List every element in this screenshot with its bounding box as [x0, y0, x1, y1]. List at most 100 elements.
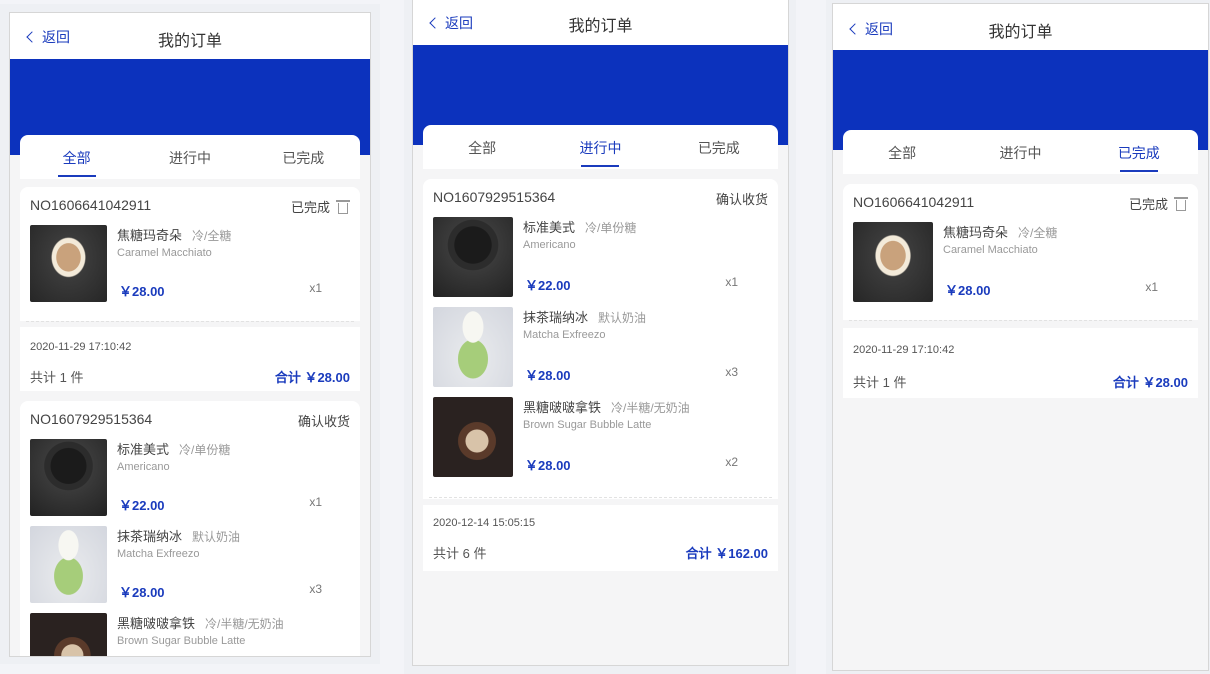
product-options: 冷/单份糖 [585, 221, 637, 235]
product-name: 标准美式 [523, 220, 576, 235]
product-english-name: Matcha Exfreezo [523, 329, 606, 341]
product-english-name: Brown Sugar Bubble Latte [117, 635, 246, 647]
order-number: NO1607929515364 [433, 189, 556, 205]
tab-all[interactable]: 全部 [843, 130, 961, 174]
product-name: 黑糖啵啵拿铁 [523, 400, 602, 415]
order-time: 2020-11-29 17:10:42 [30, 341, 132, 353]
page-title: 我的订单 [568, 18, 633, 35]
phone-completed-orders: 返回 我的订单 全部 进行中 已完成 NO1606641042911 已完成 焦… [832, 3, 1209, 671]
tab-all[interactable]: 全部 [20, 135, 133, 179]
product-quantity: x2 [725, 455, 738, 469]
divider [429, 497, 772, 498]
trash-icon[interactable] [336, 199, 350, 215]
product-price: ￥28.00 [525, 368, 571, 383]
order-footer: 2020-12-14 15:05:15 共计 6 件 合计 ￥162.00 [423, 505, 778, 571]
product-name: 焦糖玛奇朵 [117, 228, 183, 243]
order-status: 已完成 [1129, 194, 1188, 213]
header: 返回 我的订单 [413, 0, 788, 45]
order-card[interactable]: NO1607929515364 确认收货 标准美式 冷/单份糖 Americano… [423, 179, 778, 499]
product-price: ￥28.00 [119, 284, 165, 299]
phone-all-orders: 返回 我的订单 全部 进行中 已完成 NO1606641042911 已完成 焦… [9, 12, 371, 657]
tab-all[interactable]: 全部 [423, 125, 541, 169]
product-english-name: Caramel Macchiato [117, 247, 212, 259]
order-time: 2020-11-29 17:10:42 [853, 344, 955, 356]
product-options: 冷/全糖 [1018, 226, 1058, 240]
product-quantity: x1 [1145, 280, 1158, 294]
product-price: ￥22.00 [525, 278, 571, 293]
order-time: 2020-12-14 15:05:15 [433, 517, 536, 529]
product-name: 标准美式 [117, 442, 170, 457]
product-name: 抹茶瑞纳冰 [117, 529, 183, 544]
product-image [30, 613, 107, 656]
product-english-name: Americano [523, 239, 576, 251]
product-english-name: Caramel Macchiato [943, 244, 1038, 256]
page-title: 我的订单 [157, 33, 222, 50]
product-options: 默认奶油 [192, 530, 241, 544]
product-image [30, 225, 107, 302]
product-image [30, 526, 107, 603]
product-name: 黑糖啵啵拿铁 [117, 616, 196, 631]
tab-bar: 全部 进行中 已完成 [423, 125, 778, 169]
product-price: ￥28.00 [119, 585, 165, 600]
list-item[interactable]: 黑糖啵啵拿铁 冷/半糖/无奶油 Brown Sugar Bubble Latte [30, 613, 350, 656]
trash-icon[interactable] [1174, 196, 1188, 212]
tab-completed[interactable]: 已完成 [1080, 130, 1198, 174]
divider [849, 320, 1192, 321]
product-options: 默认奶油 [598, 311, 647, 325]
order-number: NO1606641042911 [30, 197, 152, 213]
tab-bar: 全部 进行中 已完成 [843, 130, 1198, 174]
list-item[interactable]: 抹茶瑞纳冰 默认奶油 Matcha Exfreezo ￥28.00 x3 [30, 526, 350, 606]
tab-in-progress[interactable]: 进行中 [541, 125, 659, 169]
list-item[interactable]: 焦糖玛奇朵 冷/全糖 Caramel Macchiato ￥28.00 x1 [853, 222, 1188, 302]
order-card[interactable]: NO1606641042911 已完成 焦糖玛奇朵 冷/全糖 Caramel Ma… [20, 187, 360, 321]
product-quantity: x1 [309, 495, 322, 509]
order-status: 已完成 [291, 197, 350, 216]
product-quantity: x3 [725, 365, 738, 379]
list-item[interactable]: 黑糖啵啵拿铁 冷/半糖/无奶油 Brown Sugar Bubble Latte … [433, 397, 768, 477]
order-status: 确认收货 [715, 192, 768, 207]
order-item-count: 共计 1 件 [853, 375, 907, 390]
product-english-name: Matcha Exfreezo [117, 548, 200, 560]
product-quantity: x3 [309, 582, 322, 596]
tab-in-progress[interactable]: 进行中 [133, 135, 246, 179]
header: 返回 我的订单 [10, 13, 370, 59]
order-item-count: 共计 6 件 [433, 546, 487, 561]
product-options: 冷/单份糖 [179, 443, 231, 457]
list-item[interactable]: 焦糖玛奇朵 冷/全糖 Caramel Macchiato ￥28.00 x1 [30, 225, 350, 305]
phone-in-progress-orders: 返回 我的订单 全部 进行中 已完成 NO1607929515364 确认收货 … [412, 0, 789, 666]
product-image [433, 307, 513, 387]
order-number: NO1606641042911 [853, 194, 975, 210]
list-item[interactable]: 标准美式 冷/单份糖 Americano ￥22.00 x1 [30, 439, 350, 519]
product-image [30, 439, 107, 516]
product-quantity: x1 [725, 275, 738, 289]
product-price: ￥28.00 [525, 458, 571, 473]
order-item-count: 共计 1 件 [30, 370, 84, 385]
list-item[interactable]: 标准美式 冷/单份糖 Americano ￥22.00 x1 [433, 217, 768, 297]
order-status: 确认收货 [297, 414, 350, 429]
order-card[interactable]: NO1606641042911 已完成 焦糖玛奇朵 冷/全糖 Caramel Ma… [843, 184, 1198, 320]
order-total: 合计 ￥28.00 [274, 370, 350, 385]
product-english-name: Americano [117, 461, 170, 473]
tab-completed[interactable]: 已完成 [247, 135, 360, 179]
product-options: 冷/半糖/无奶油 [611, 401, 690, 415]
product-price: ￥28.00 [945, 283, 991, 298]
list-item[interactable]: 抹茶瑞纳冰 默认奶油 Matcha Exfreezo ￥28.00 x3 [433, 307, 768, 387]
order-card[interactable]: NO1607929515364 确认收货 标准美式 冷/单份糖 Americano… [20, 401, 360, 656]
product-price: ￥22.00 [119, 498, 165, 513]
tab-in-progress[interactable]: 进行中 [961, 130, 1079, 174]
order-total: 合计 ￥162.00 [685, 546, 768, 561]
product-options: 冷/半糖/无奶油 [205, 617, 284, 631]
order-footer: 2020-11-29 17:10:42 共计 1 件 合计 ￥28.00 [843, 328, 1198, 398]
order-total: 合计 ￥28.00 [1112, 375, 1188, 390]
tab-bar: 全部 进行中 已完成 [20, 135, 360, 179]
page-title: 我的订单 [988, 24, 1053, 41]
product-name: 焦糖玛奇朵 [943, 225, 1009, 240]
product-quantity: x1 [309, 281, 322, 295]
product-image [433, 217, 513, 297]
product-image [853, 222, 933, 302]
product-image [433, 397, 513, 477]
tab-completed[interactable]: 已完成 [660, 125, 778, 169]
order-footer: 2020-11-29 17:10:42 共计 1 件 合计 ￥28.00 [20, 327, 360, 391]
product-options: 冷/全糖 [192, 229, 232, 243]
header: 返回 我的订单 [833, 4, 1208, 50]
